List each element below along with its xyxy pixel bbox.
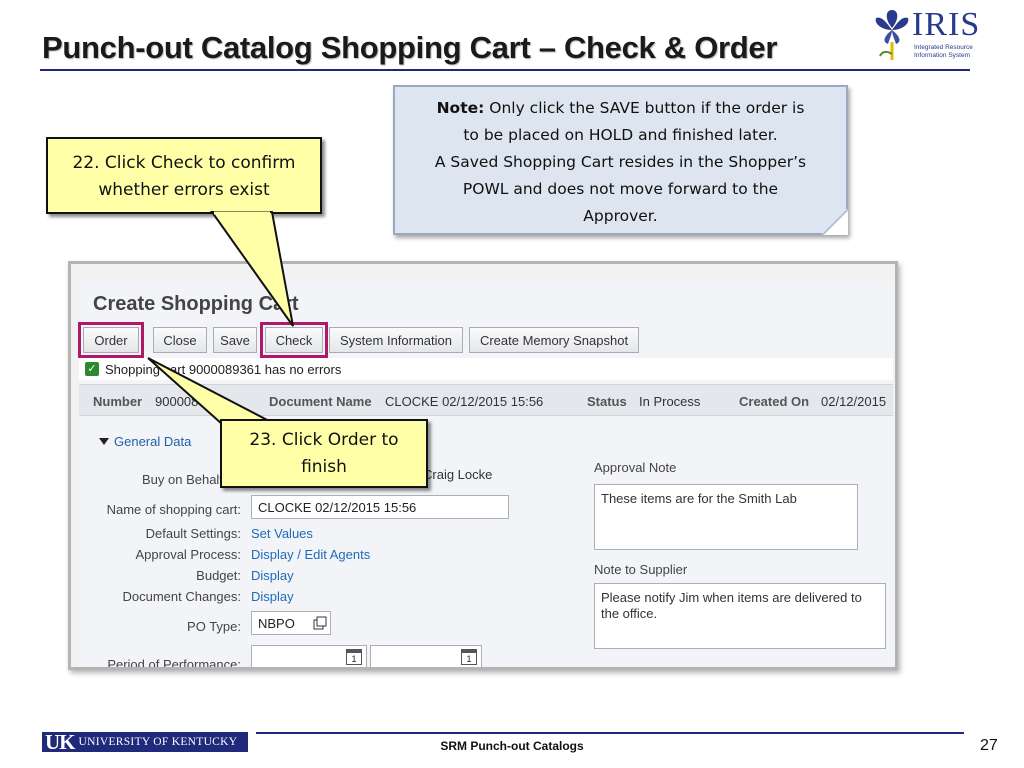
callout-click-order: 23. Click Order to finish <box>220 419 428 488</box>
callout-click-check: 22. Click Check to confirm whether error… <box>46 137 322 214</box>
po-type-field[interactable]: NBPO <box>251 611 331 635</box>
po-type-value: NBPO <box>258 616 295 631</box>
number-label: Number <box>93 394 143 409</box>
system-information-button[interactable]: System Information <box>329 327 463 353</box>
success-message-text: Shopping cart 9000089361 has no errors <box>105 361 342 377</box>
iris-wordmark: IRIS <box>912 6 981 43</box>
budget-display-link[interactable]: Display <box>251 568 294 583</box>
page-number: 27 <box>980 737 998 754</box>
value-help-icon[interactable] <box>313 616 327 630</box>
note-to-supplier-label: Note to Supplier <box>594 562 688 577</box>
calendar-icon[interactable]: 1 <box>346 649 362 665</box>
po-type-label: PO Type: <box>187 619 241 634</box>
callout-check-line1: 22. Click Check to confirm <box>72 153 296 173</box>
status-label: Status <box>587 394 627 409</box>
create-memory-snapshot-button[interactable]: Create Memory Snapshot <box>469 327 639 353</box>
order-button[interactable]: Order <box>78 322 144 358</box>
sap-screenshot-frame: Create Shopping Cart Order Close Save Ch… <box>68 261 898 670</box>
iris-subtitle-line2: Information System <box>914 52 970 59</box>
collapse-triangle-icon <box>99 438 109 445</box>
document-name-label: Document Name <box>269 394 372 409</box>
close-button[interactable]: Close <box>153 327 207 353</box>
footer-rule <box>256 732 964 734</box>
note-line-1: Note: Only click the SAVE button if the … <box>395 95 846 122</box>
iris-logo: IRIS Integrated Resource Information Sys… <box>872 6 982 64</box>
number-value: 9000089361 <box>155 394 228 409</box>
budget-label: Budget: <box>196 568 241 583</box>
general-data-label: General Data <box>114 434 192 449</box>
status-value: In Process <box>639 394 701 409</box>
iris-subtitle-line1: Integrated Resource <box>914 44 973 51</box>
approval-note-textarea[interactable]: These items are for the Smith Lab <box>594 484 858 550</box>
created-on-label: Created On <box>739 394 810 409</box>
period-start-field[interactable]: 1 <box>251 645 367 667</box>
note-to-supplier-textarea[interactable]: Please notify Jim when items are deliver… <box>594 583 886 649</box>
created-on-value: 02/12/2015 <box>821 394 887 409</box>
iris-subtitle: Integrated Resource Information System <box>914 44 980 60</box>
cart-name-label: Name of shopping cart: <box>106 502 241 517</box>
default-settings-label: Default Settings: <box>145 526 241 541</box>
check-button[interactable]: Check <box>260 322 328 358</box>
note-label: Note: <box>436 99 485 117</box>
document-name-value: CLOCKE 02/12/2015 15:56 <box>385 394 544 409</box>
approval-note-label: Approval Note <box>594 460 677 475</box>
note-box: Note: Only click the SAVE button if the … <box>393 85 848 235</box>
set-values-link[interactable]: Set Values <box>251 526 313 541</box>
note-line-3: A Saved Shopping Cart resides in the Sho… <box>434 153 807 171</box>
sap-toolbar: Order Close Save Check System Informatio… <box>78 322 893 358</box>
approval-process-label: Approval Process: <box>135 547 242 562</box>
cart-header-row: Number 9000089361 Document Name CLOCKE 0… <box>79 384 893 416</box>
document-changes-label: Document Changes: <box>122 589 241 604</box>
display-edit-agents-link[interactable]: Display / Edit Agents <box>251 547 370 562</box>
sap-page-heading: Create Shopping Cart <box>93 293 299 315</box>
note-page-fold <box>822 209 848 235</box>
sap-create-cart-panel: Create Shopping Cart Order Close Save Ch… <box>78 280 893 667</box>
callout-check-line2: whether errors exist <box>98 180 270 200</box>
note-line-5: Approver. <box>583 207 658 225</box>
period-of-performance-label: Period of Performance: <box>107 657 241 670</box>
general-data-toggle[interactable]: General Data <box>99 434 191 449</box>
document-changes-display-link[interactable]: Display <box>251 589 294 604</box>
calendar-icon[interactable]: 1 <box>461 649 477 665</box>
note-line-2: to be placed on HOLD and finished later. <box>463 126 778 144</box>
success-message-row: ✓ Shopping cart 9000089361 has no errors <box>79 358 893 380</box>
cart-name-field[interactable]: CLOCKE 02/12/2015 15:56 <box>251 495 509 519</box>
iris-flower-icon <box>875 10 909 60</box>
success-check-icon: ✓ <box>85 362 99 376</box>
callout-order-line1: 23. Click Order to <box>249 430 399 450</box>
callout-order-line2: finish <box>301 457 347 477</box>
note-line-4: POWL and does not move forward to the <box>462 180 779 198</box>
buy-on-behalf-value: Craig Locke <box>423 467 493 482</box>
footer-title: SRM Punch-out Catalogs <box>440 739 584 753</box>
save-button[interactable]: Save <box>213 327 257 353</box>
title-underline <box>40 69 970 71</box>
period-end-field[interactable]: 1 <box>370 645 482 667</box>
note-line-1-text: Only click the SAVE button if the order … <box>484 99 805 117</box>
slide-title: Punch-out Catalog Shopping Cart – Check … <box>42 30 778 65</box>
